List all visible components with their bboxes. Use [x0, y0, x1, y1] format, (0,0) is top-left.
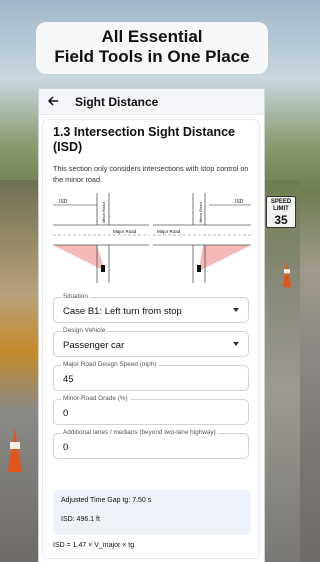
section-title: 1.3 Intersection Sight Distance (ISD) [53, 125, 235, 154]
situation-label: Situation [61, 293, 90, 301]
sight-triangle [199, 245, 251, 271]
headline-line-2: Field Tools in One Place [54, 47, 250, 66]
design-vehicle-value: Passenger car [63, 340, 125, 351]
design-vehicle-label: Design Vehicle [61, 327, 108, 335]
major-speed-value: 45 [63, 374, 74, 385]
minor-grade-label: Minor-Road Grade (%) [61, 395, 130, 403]
minor-road-label: Minor Road [198, 202, 203, 223]
app-screen: Sight Distance 1.3 Intersection Sight Di… [38, 88, 265, 562]
arrow-left-icon[interactable] [47, 94, 63, 110]
isd-result: ISD: 496.1 ft [61, 516, 100, 523]
isd-formula: ISD = 1.47 × V_major × tg [53, 542, 135, 549]
background-right [260, 180, 300, 562]
traffic-cone [8, 428, 22, 472]
situation-select[interactable]: Situation Case B1: Left turn from stop [53, 293, 249, 323]
additional-lanes-label: Additional lanes / medians (beyond two-l… [61, 429, 218, 437]
isd-label: ISD [235, 199, 244, 205]
background-left [0, 180, 40, 562]
sign-label: SPEED LIMIT [270, 199, 292, 212]
sign-value: 35 [274, 213, 288, 227]
traffic-cone [282, 260, 292, 288]
promo-headline: All Essential Field Tools in One Place [36, 22, 268, 74]
situation-value: Case B1: Left turn from stop [63, 306, 182, 317]
section-description: This section only considers intersection… [53, 164, 249, 184]
isd-card: 1.3 Intersection Sight Distance (ISD) Th… [42, 119, 260, 559]
car-icon [101, 265, 105, 272]
sight-distance-diagrams: ISD Minor Road Major Road ISD Minor Road… [53, 193, 251, 283]
major-speed-label: Major Road Design Speed (mph) [61, 361, 159, 369]
car-icon [197, 265, 201, 272]
major-road-label: Major Road [157, 229, 181, 234]
app-bar: Sight Distance [39, 89, 264, 115]
major-road-label: Major Road [113, 229, 137, 234]
headline-line-1: All Essential [101, 27, 203, 46]
page-title: Sight Distance [75, 94, 159, 109]
time-gap-result: Adjusted Time Gap tg: 7.50 s [61, 497, 152, 504]
additional-lanes-value: 0 [63, 442, 69, 453]
chevron-down-icon [233, 342, 239, 346]
minor-road-label: Minor Road [101, 202, 106, 223]
chevron-down-icon [233, 308, 239, 312]
minor-grade-value: 0 [63, 408, 69, 419]
speed-limit-sign: SPEED LIMIT 35 [266, 196, 296, 228]
major-speed-input[interactable]: Major Road Design Speed (mph) 45 [53, 361, 249, 391]
isd-label: ISD [59, 199, 68, 205]
intersection-diagram: ISD Minor Road Major Road ISD Minor Road… [53, 193, 251, 283]
design-vehicle-select[interactable]: Design Vehicle Passenger car [53, 327, 249, 357]
minor-grade-input[interactable]: Minor-Road Grade (%) 0 [53, 395, 249, 425]
result-panel: Adjusted Time Gap tg: 7.50 s ISD: 496.1 … [53, 490, 251, 535]
additional-lanes-input[interactable]: Additional lanes / medians (beyond two-l… [53, 429, 249, 459]
